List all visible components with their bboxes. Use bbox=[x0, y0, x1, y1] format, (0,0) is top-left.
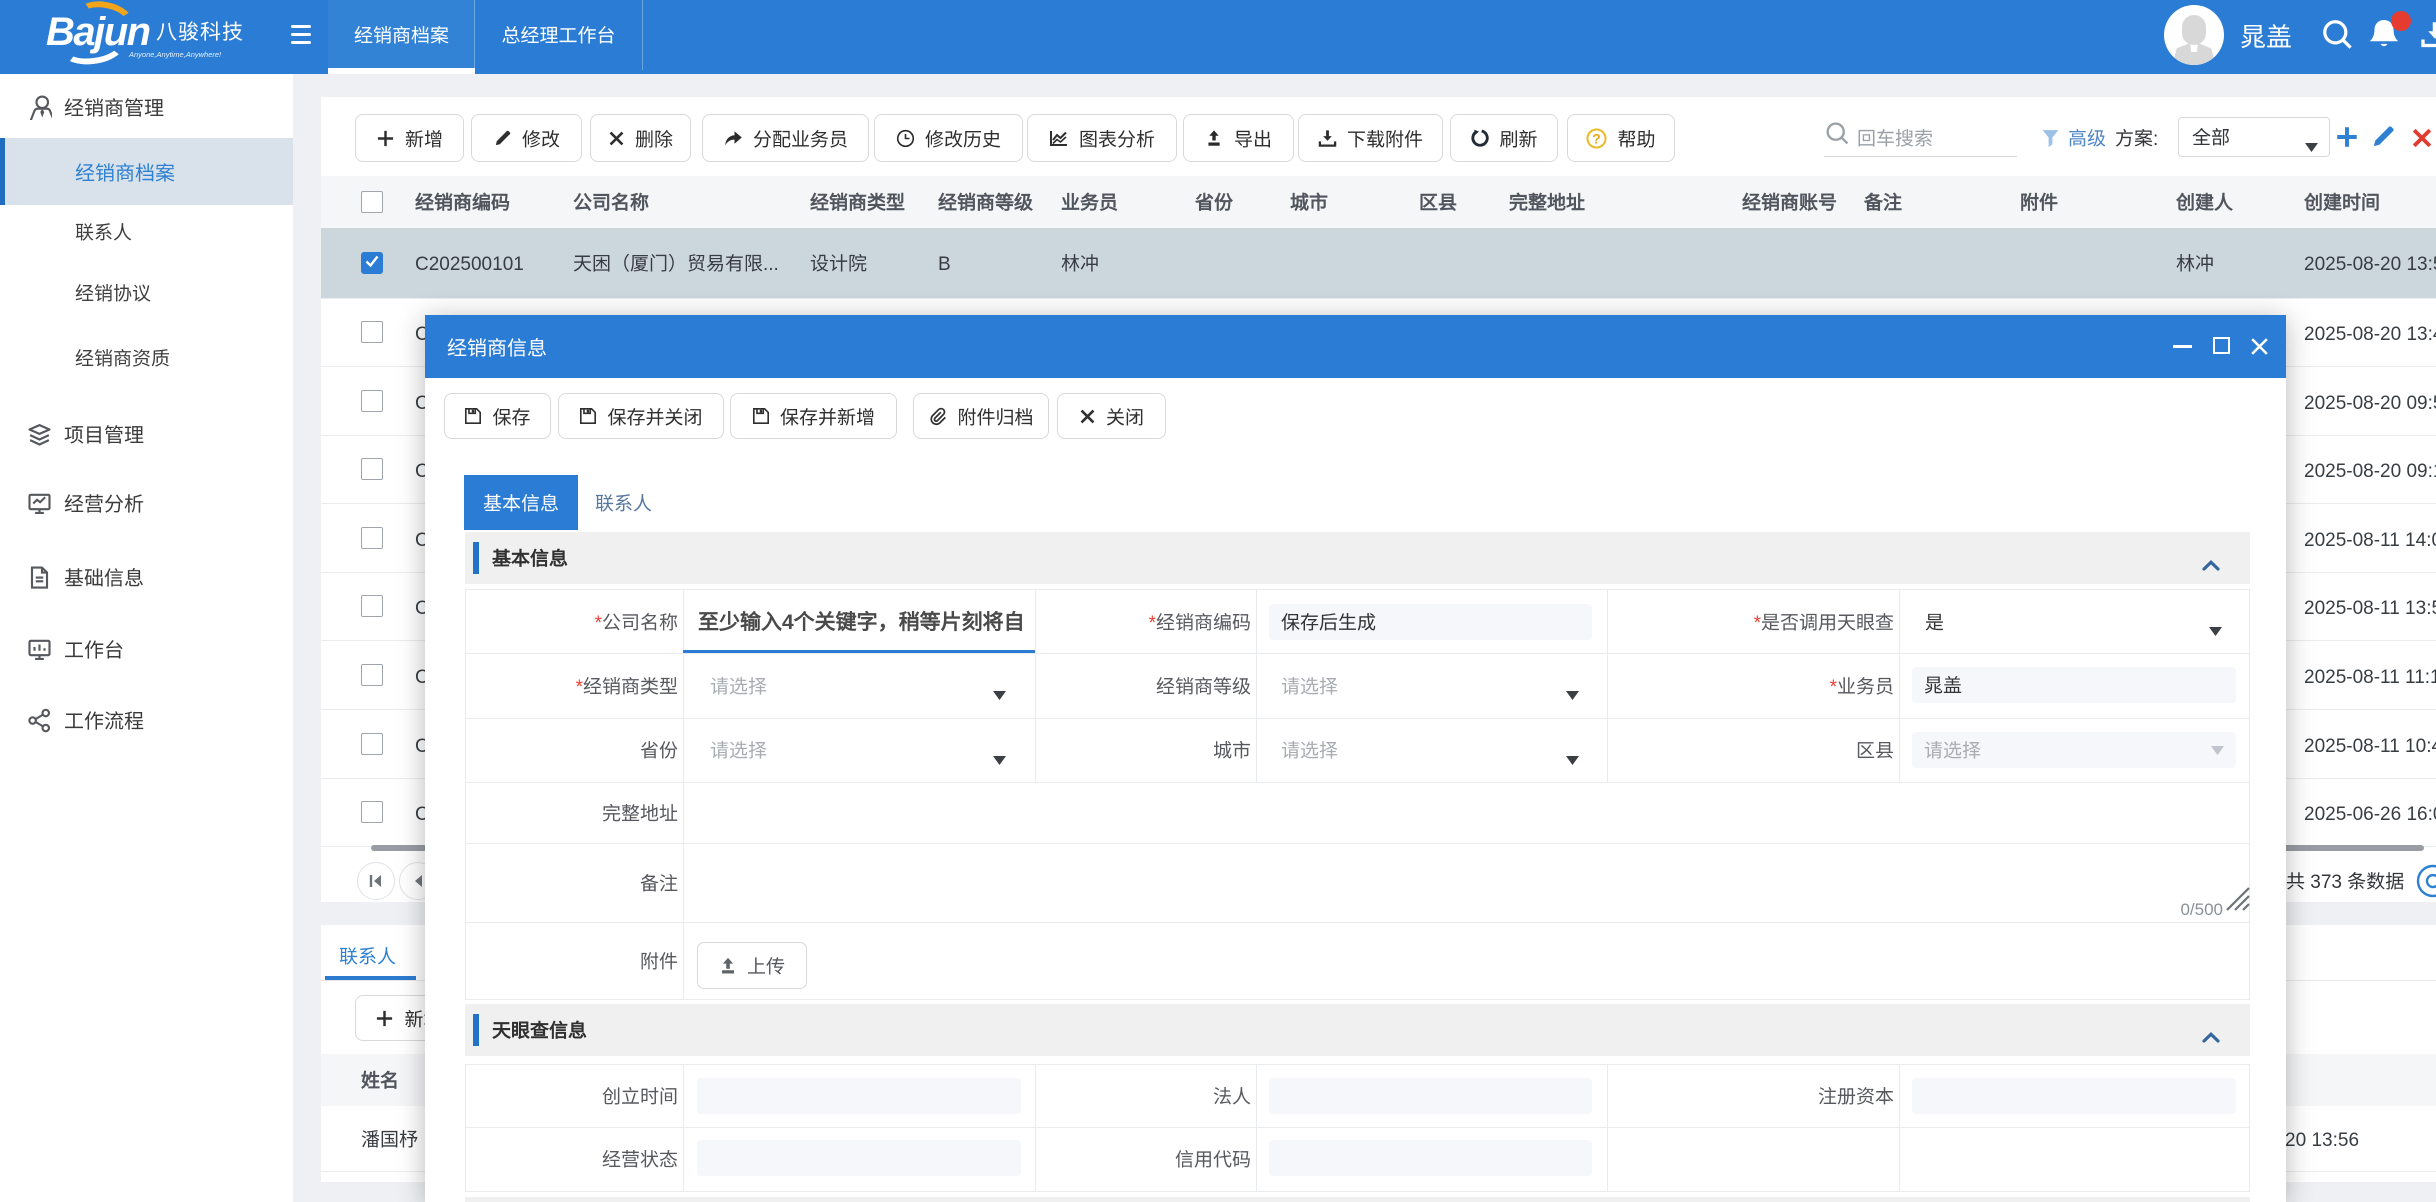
svg-text:?: ? bbox=[1593, 131, 1602, 147]
